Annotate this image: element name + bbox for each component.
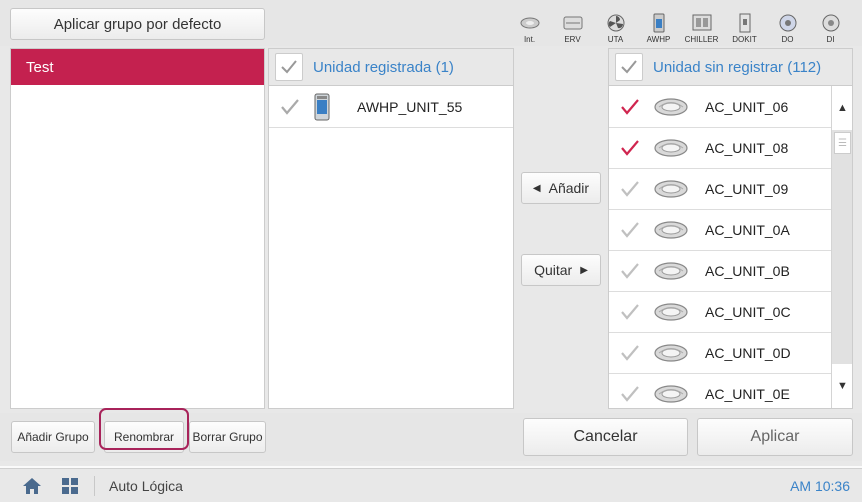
filter-label: ERV — [564, 35, 581, 44]
select-all-registered-checkbox[interactable] — [275, 53, 303, 81]
row-checkbox[interactable] — [621, 221, 639, 239]
apps-grid-icon[interactable] — [62, 477, 78, 494]
taskbar-divider — [94, 475, 95, 496]
cancel-button[interactable]: Cancelar — [523, 418, 688, 456]
filter-erv-button[interactable]: ERV — [551, 2, 594, 44]
remove-unit-label: Quitar — [534, 262, 573, 278]
row-checkbox[interactable] — [621, 98, 639, 116]
scrollbar[interactable]: ▲ ☰ ▼ — [831, 86, 852, 408]
filter-chiller-button[interactable]: CHILLER — [680, 2, 723, 44]
indoor-unit-icon — [653, 383, 689, 405]
indoor-unit-icon — [653, 342, 689, 364]
filter-int-button[interactable]: Int. — [508, 2, 551, 44]
arrow-right-icon: ▶ — [580, 264, 588, 276]
di-icon — [820, 12, 842, 35]
chiller-icon — [691, 12, 713, 35]
row-checkbox[interactable] — [621, 139, 639, 157]
unit-name: AC_UNIT_0B — [705, 262, 790, 279]
do-icon — [777, 12, 799, 35]
unregistered-units-title: Unidad sin registrar (112) — [653, 58, 822, 76]
row-checkbox[interactable] — [621, 180, 639, 198]
registered-units-header: Unidad registrada (1) — [268, 48, 514, 86]
filter-uta-button[interactable]: UTA — [594, 2, 637, 44]
row-checkbox[interactable] — [621, 344, 639, 362]
registered-units-list: AWHP_UNIT_55 — [268, 86, 514, 409]
indoor-unit-icon — [653, 96, 689, 118]
unit-name: AC_UNIT_0E — [705, 385, 790, 402]
delete-group-button[interactable]: Borrar Grupo — [189, 421, 266, 453]
indoor-unit-icon — [653, 260, 689, 282]
filter-awhp-button[interactable]: AWHP — [637, 2, 680, 44]
filter-label: UTA — [607, 35, 624, 44]
unregistered-units-list: AC_UNIT_06 AC_UNIT_08 AC_UNIT_09 AC_UNIT_0A… — [608, 86, 853, 409]
filter-label: AWHP — [646, 35, 671, 44]
awhp-icon — [313, 92, 331, 122]
filter-label: Int. — [523, 35, 536, 44]
row-checkbox[interactable] — [621, 262, 639, 280]
unregistered-unit-row[interactable]: AC_UNIT_0C — [609, 291, 831, 333]
indoor-unit-icon — [653, 178, 689, 200]
group-item-selected[interactable]: Test — [11, 49, 264, 85]
unit-name: AC_UNIT_08 — [705, 139, 789, 156]
fan-icon — [605, 12, 627, 35]
clock: AM 10:36 — [790, 477, 850, 494]
add-unit-button[interactable]: ◀ Añadir — [521, 172, 601, 204]
unregistered-unit-row[interactable]: AC_UNIT_0B — [609, 250, 831, 292]
filter-di-button[interactable]: DI — [809, 2, 852, 44]
unregistered-unit-row[interactable]: AC_UNIT_0E — [609, 373, 831, 408]
filter-label: DO — [781, 35, 794, 44]
unit-name: AC_UNIT_0A — [705, 221, 790, 238]
registered-units-title: Unidad registrada (1) — [313, 58, 454, 76]
unit-name: AC_UNIT_06 — [705, 98, 789, 115]
home-icon[interactable] — [22, 477, 42, 495]
row-checkbox[interactable] — [281, 98, 299, 116]
awhp-icon — [648, 12, 670, 35]
indoor-unit-icon — [653, 137, 689, 159]
select-all-unregistered-checkbox[interactable] — [615, 53, 643, 81]
filter-do-button[interactable]: DO — [766, 2, 809, 44]
add-group-button[interactable]: Añadir Grupo — [11, 421, 95, 453]
filter-label: DOKIT — [732, 35, 757, 44]
unregistered-unit-row[interactable]: AC_UNIT_08 — [609, 127, 831, 169]
unregistered-units-header: Unidad sin registrar (112) — [608, 48, 853, 86]
unit-name: AWHP_UNIT_55 — [357, 98, 463, 115]
filter-label: CHILLER — [684, 35, 719, 44]
unit-type-filters: Int. ERV UTA AWHP CHILLER DOKIT DO DI — [270, 2, 852, 44]
unregistered-unit-row[interactable]: AC_UNIT_09 — [609, 168, 831, 210]
filter-label: DI — [826, 35, 835, 44]
top-bar: Aplicar grupo por defecto Int. ERV UTA AWHP… — [0, 0, 862, 46]
rename-highlight-ring — [99, 408, 189, 450]
indoor-unit-icon — [519, 12, 541, 35]
scrollbar-thumb[interactable]: ☰ — [834, 132, 851, 154]
unit-name: AC_UNIT_0D — [705, 344, 791, 361]
registered-unit-row[interactable]: AWHP_UNIT_55 — [269, 86, 513, 128]
filter-dokit-button[interactable]: DOKIT — [723, 2, 766, 44]
row-checkbox[interactable] — [621, 385, 639, 403]
dokit-icon — [734, 12, 756, 35]
row-checkbox[interactable] — [621, 303, 639, 321]
unregistered-unit-row[interactable]: AC_UNIT_0A — [609, 209, 831, 251]
add-unit-label: Añadir — [548, 180, 590, 196]
unit-name: AC_UNIT_0C — [705, 303, 791, 320]
erv-icon — [562, 12, 584, 35]
unregistered-unit-row[interactable]: AC_UNIT_06 — [609, 86, 831, 128]
arrow-left-icon: ◀ — [532, 182, 541, 194]
apply-default-group-button[interactable]: Aplicar grupo por defecto — [10, 8, 265, 40]
group-list: Test — [10, 48, 265, 409]
scroll-up-button[interactable]: ▲ — [832, 86, 852, 130]
taskbar: Auto Lógica AM 10:36 — [0, 468, 862, 502]
indoor-unit-icon — [653, 219, 689, 241]
indoor-unit-icon — [653, 301, 689, 323]
scroll-down-button[interactable]: ▼ — [832, 364, 852, 408]
unit-name: AC_UNIT_09 — [705, 180, 789, 197]
taskbar-title: Auto Lógica — [109, 477, 183, 494]
remove-unit-button[interactable]: Quitar ▶ — [521, 254, 601, 286]
unregistered-unit-row[interactable]: AC_UNIT_0D — [609, 332, 831, 374]
apply-button[interactable]: Aplicar — [697, 418, 853, 456]
